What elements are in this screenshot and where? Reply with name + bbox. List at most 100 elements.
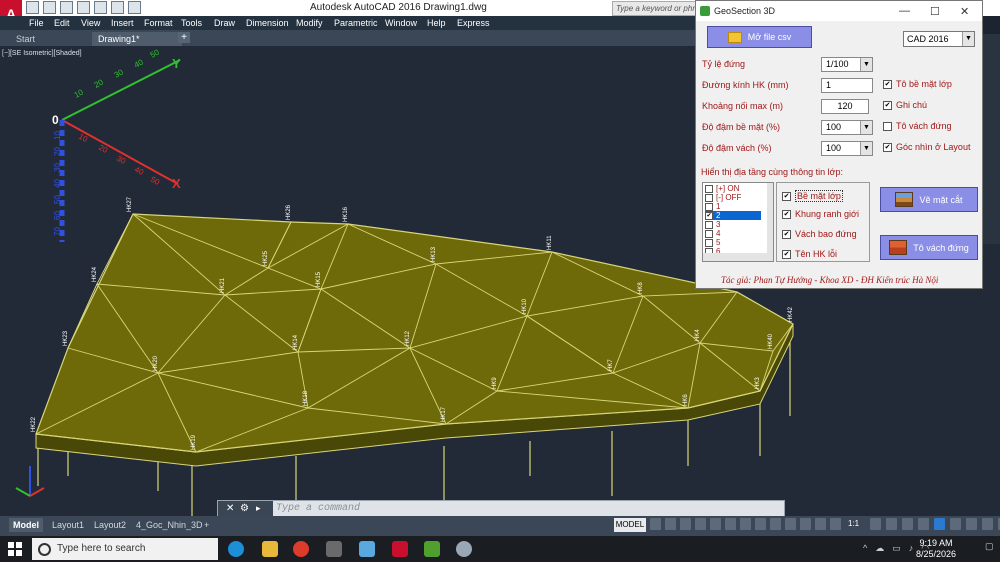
open-csv-button[interactable]: Mở file csv: [707, 26, 812, 48]
taskbar-search-input[interactable]: Type here to search: [32, 538, 218, 560]
lineweight-icon[interactable]: [740, 518, 751, 530]
borehole-diameter-input[interactable]: 1: [821, 78, 873, 93]
autocad-taskbar-icon[interactable]: [392, 541, 408, 557]
grid-icon[interactable]: [650, 518, 661, 530]
auto-scale-icon[interactable]: [830, 518, 841, 530]
new-file-icon[interactable]: [26, 1, 39, 14]
ortho-icon[interactable]: [680, 518, 691, 530]
quick-properties-icon[interactable]: [918, 518, 929, 530]
units-icon[interactable]: [902, 518, 913, 530]
fill-walls-button[interactable]: Tô vách đứng: [880, 235, 978, 260]
layer-list-horizontal-scrollbar[interactable]: [703, 253, 767, 261]
polar-icon[interactable]: [695, 518, 706, 530]
minimize-button[interactable]: —: [899, 5, 910, 17]
error-borehole-name-option[interactable]: ✔ Tên HK lỗi: [782, 249, 837, 259]
redo-icon[interactable]: [128, 1, 141, 14]
menu-dimension[interactable]: Dimension: [246, 16, 289, 30]
network-icon[interactable]: ▭: [892, 543, 901, 554]
clean-screen-icon[interactable]: [982, 518, 993, 530]
volume-icon[interactable]: ♪: [909, 543, 914, 554]
vertical-wall-option[interactable]: ✔ Vách bao đứng: [782, 229, 857, 239]
menu-insert[interactable]: Insert: [111, 16, 134, 30]
tab-layout1[interactable]: Layout1: [48, 518, 88, 532]
tab-drawing1[interactable]: Drawing1*: [92, 32, 182, 46]
fill-layer-surface-checkbox[interactable]: ✔ Tô bề mặt lớp: [883, 79, 952, 89]
edge-browser-icon[interactable]: [228, 541, 244, 557]
taskbar-clock[interactable]: 9:19 AM 8/25/2026: [916, 538, 956, 560]
lock-ui-icon[interactable]: [934, 518, 945, 530]
layer-row[interactable]: [+] ON: [705, 184, 739, 193]
surface-opacity-select[interactable]: 100 ▼: [821, 120, 873, 135]
menu-modify[interactable]: Modify: [296, 16, 323, 30]
open-file-icon[interactable]: [43, 1, 56, 14]
layer-row[interactable]: 4: [705, 229, 720, 238]
save-icon[interactable]: [60, 1, 73, 14]
app-icon[interactable]: [326, 541, 342, 557]
menu-view[interactable]: View: [81, 16, 100, 30]
menu-draw[interactable]: Draw: [214, 16, 235, 30]
windows-start-icon[interactable]: [8, 542, 22, 556]
snap-icon[interactable]: [665, 518, 676, 530]
undo-icon[interactable]: [111, 1, 124, 14]
layout-view-checkbox[interactable]: ✔ Góc nhìn ở Layout: [883, 142, 970, 152]
isolate-objects-icon[interactable]: [950, 518, 961, 530]
add-layout-icon[interactable]: +: [200, 518, 213, 532]
keyword-search-input[interactable]: Type a keyword or phrase: [612, 1, 701, 16]
draw-section-button[interactable]: Vẽ mặt cắt: [880, 187, 978, 212]
menu-parametric[interactable]: Parametric: [334, 16, 378, 30]
annotation-visibility-icon[interactable]: [815, 518, 826, 530]
fill-vertical-wall-checkbox[interactable]: Tô vách đứng: [883, 121, 952, 131]
menu-window[interactable]: Window: [385, 16, 417, 30]
maximize-button[interactable]: ☐: [930, 5, 940, 18]
new-tab-button[interactable]: +: [178, 32, 190, 43]
layer-surface-option[interactable]: ✔ Bề mặt lớp: [782, 190, 843, 202]
wall-opacity-select[interactable]: 100 ▼: [821, 141, 873, 156]
notepad-icon[interactable]: [359, 541, 375, 557]
layer-row[interactable]: 3: [705, 220, 720, 229]
max-distance-input[interactable]: 120: [821, 99, 869, 114]
workspace-gear-icon[interactable]: [870, 518, 881, 530]
layer-row[interactable]: 5: [705, 238, 720, 247]
model-space-toggle[interactable]: MODEL: [614, 518, 646, 532]
osnap-icon[interactable]: [725, 518, 736, 530]
wrench-icon[interactable]: ⚙: [240, 503, 249, 514]
isodraft-icon[interactable]: [710, 518, 721, 530]
prompt-history-icon[interactable]: ▸: [256, 503, 261, 514]
menu-express[interactable]: Express: [457, 16, 490, 30]
menu-tools[interactable]: Tools: [181, 16, 202, 30]
menu-edit[interactable]: Edit: [54, 16, 70, 30]
hardware-acceleration-icon[interactable]: [966, 518, 977, 530]
layer-row[interactable]: 1: [705, 202, 720, 211]
vertical-scale-select[interactable]: 1/100 ▼: [821, 57, 873, 72]
3d-osnap-icon[interactable]: [785, 518, 796, 530]
tab-start[interactable]: Start: [10, 32, 94, 46]
geosection-taskbar-icon[interactable]: [424, 541, 440, 557]
layer-row[interactable]: [-] OFF: [705, 193, 741, 202]
cad-version-select[interactable]: CAD 2016 ▼: [903, 31, 975, 47]
menu-help[interactable]: Help: [427, 16, 446, 30]
tab-4-goc-nhin-3d[interactable]: 4_Goc_Nhin_3D: [132, 518, 207, 532]
annotation-monitor-icon[interactable]: [886, 518, 897, 530]
notification-icon[interactable]: ▢: [985, 541, 995, 557]
transparency-icon[interactable]: [755, 518, 766, 530]
app2-icon[interactable]: [456, 541, 472, 557]
command-input[interactable]: Type a command: [276, 503, 360, 514]
boundary-frame-option[interactable]: ✔ Khung ranh giới: [782, 209, 859, 219]
menu-file[interactable]: File: [29, 16, 44, 30]
tab-layout2[interactable]: Layout2: [90, 518, 130, 532]
selection-cycling-icon[interactable]: [770, 518, 781, 530]
annotation-checkbox[interactable]: ✔ Ghi chú: [883, 100, 927, 110]
save-as-icon[interactable]: [77, 1, 90, 14]
chrome-icon[interactable]: [293, 541, 309, 557]
layer-list-vertical-scrollbar[interactable]: [767, 183, 773, 261]
dynamic-ucs-icon[interactable]: [800, 518, 811, 530]
close-icon[interactable]: ✕: [226, 503, 234, 514]
layer-row-selected[interactable]: ✔ 2: [705, 211, 761, 220]
onedrive-icon[interactable]: ☁: [875, 543, 884, 554]
annotation-scale[interactable]: 1:1: [848, 519, 859, 528]
menu-format[interactable]: Format: [144, 16, 173, 30]
close-button[interactable]: ✕: [960, 5, 969, 18]
file-explorer-icon[interactable]: [262, 541, 278, 557]
chevron-up-icon[interactable]: ^: [863, 543, 867, 554]
layer-listbox[interactable]: [+] ON [-] OFF 1 ✔ 2 3 4 5 6: [702, 182, 774, 262]
